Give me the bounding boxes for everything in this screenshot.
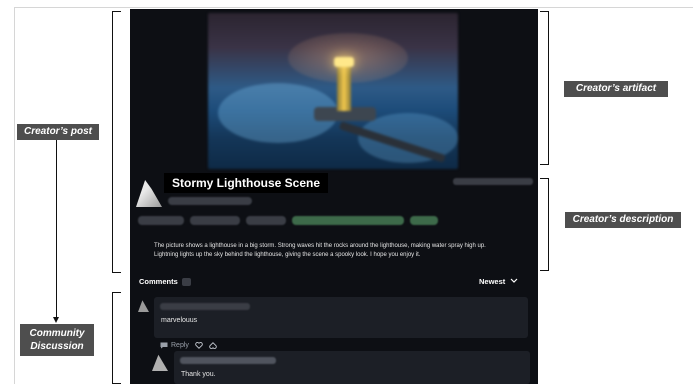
stat-pill[interactable]	[138, 216, 184, 225]
reply-item: Thank you.	[174, 351, 530, 384]
stat-pill[interactable]	[190, 216, 240, 225]
lighthouse-lamp	[334, 57, 354, 67]
creator-byline-blurred[interactable]	[168, 197, 252, 205]
label-community-discussion-line1: Community	[29, 328, 85, 339]
label-creators-post: Creator’s post	[17, 124, 99, 140]
stat-pill[interactable]	[246, 216, 286, 225]
bracket-community-discussion	[112, 292, 121, 384]
reply-label: Reply	[171, 342, 189, 349]
frame-top-border	[14, 7, 693, 8]
post-title: Stormy Lighthouse Scene	[164, 173, 329, 193]
chevron-down-icon	[510, 277, 518, 286]
arrow-line	[56, 140, 58, 318]
comment-actions: Reply	[160, 342, 217, 349]
comments-header: Comments	[139, 277, 191, 286]
reply-button[interactable]: Reply	[160, 342, 189, 349]
bracket-creators-description	[540, 178, 549, 271]
stat-pill[interactable]	[410, 216, 438, 225]
reply-icon	[160, 342, 168, 349]
frame-left-border	[14, 7, 15, 384]
published-date-blurred	[453, 178, 533, 185]
sort-label: Newest	[479, 277, 506, 286]
comment-text: marvelouus	[161, 317, 198, 324]
bracket-creators-artifact	[540, 11, 549, 165]
label-community-discussion-line2: Discussion	[30, 341, 84, 352]
commenter-avatar[interactable]	[138, 300, 149, 312]
label-creators-description: Creator’s description	[565, 212, 681, 228]
annotated-screenshot: Stormy Lighthouse Scene The picture show…	[0, 0, 693, 384]
arrow-head-icon	[53, 317, 59, 323]
reply-author-avatar[interactable]	[152, 354, 168, 371]
sort-dropdown[interactable]: Newest	[479, 277, 518, 286]
dislike-icon[interactable]	[209, 342, 217, 349]
post-panel: Stormy Lighthouse Scene The picture show…	[130, 9, 538, 384]
commenter-meta-blurred[interactable]	[160, 303, 250, 310]
comment-item: marvelouus	[154, 297, 528, 338]
post-description: The picture shows a lighthouse in a big …	[154, 243, 486, 258]
stat-pill[interactable]	[292, 216, 404, 225]
lighthouse-tower	[337, 65, 351, 111]
bracket-creators-post	[112, 11, 121, 273]
artifact-image[interactable]	[208, 13, 458, 169]
heart-icon[interactable]	[195, 342, 203, 349]
creator-avatar[interactable]	[136, 180, 162, 207]
label-community-discussion: Community Discussion	[20, 324, 94, 356]
reply-author-meta-blurred[interactable]	[180, 357, 276, 364]
comments-header-label: Comments	[139, 277, 178, 286]
reply-text: Thank you.	[181, 371, 216, 378]
comments-count-badge	[181, 277, 191, 286]
label-creators-artifact: Creator’s artifact	[564, 81, 668, 97]
post-stats-blurred	[138, 216, 438, 226]
